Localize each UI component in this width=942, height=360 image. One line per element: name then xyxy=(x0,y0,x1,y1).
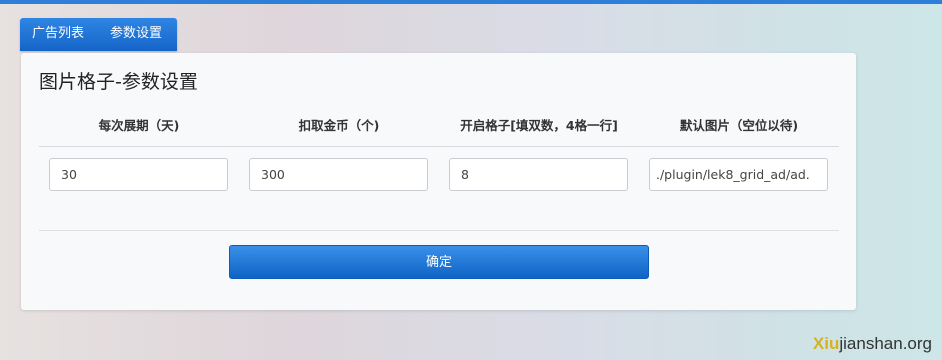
watermark-text: jianshan.org xyxy=(839,334,932,353)
column-header-extension-days: 每次展期（天) xyxy=(98,118,180,133)
tab-bar: 广告列表 参数设置 xyxy=(20,18,177,51)
watermark-prefix: Xiu xyxy=(812,334,840,353)
watermark: Xiujianshan.org xyxy=(813,334,932,354)
top-accent-bar xyxy=(0,0,942,4)
tab-settings[interactable]: 参数设置 xyxy=(110,26,162,42)
header-divider xyxy=(39,146,839,147)
coin-cost-input[interactable] xyxy=(249,158,428,191)
footer-divider xyxy=(39,230,839,231)
column-header-default-image: 默认图片（空位以待) xyxy=(679,118,799,133)
extension-days-input[interactable] xyxy=(49,158,228,191)
page-title: 图片格子-参数设置 xyxy=(39,71,198,93)
settings-panel: 图片格子-参数设置 每次展期（天) 扣取金币（个) 开启格子[填双数，4格一行]… xyxy=(21,53,856,310)
grid-count-input[interactable] xyxy=(449,158,628,191)
column-header-coin-cost: 扣取金币（个) xyxy=(298,118,380,133)
confirm-button[interactable]: 确定 xyxy=(229,245,649,279)
tab-ad-list[interactable]: 广告列表 xyxy=(32,26,84,42)
default-image-input[interactable] xyxy=(649,158,828,191)
column-header-grid-count: 开启格子[填双数，4格一行] xyxy=(460,118,618,133)
